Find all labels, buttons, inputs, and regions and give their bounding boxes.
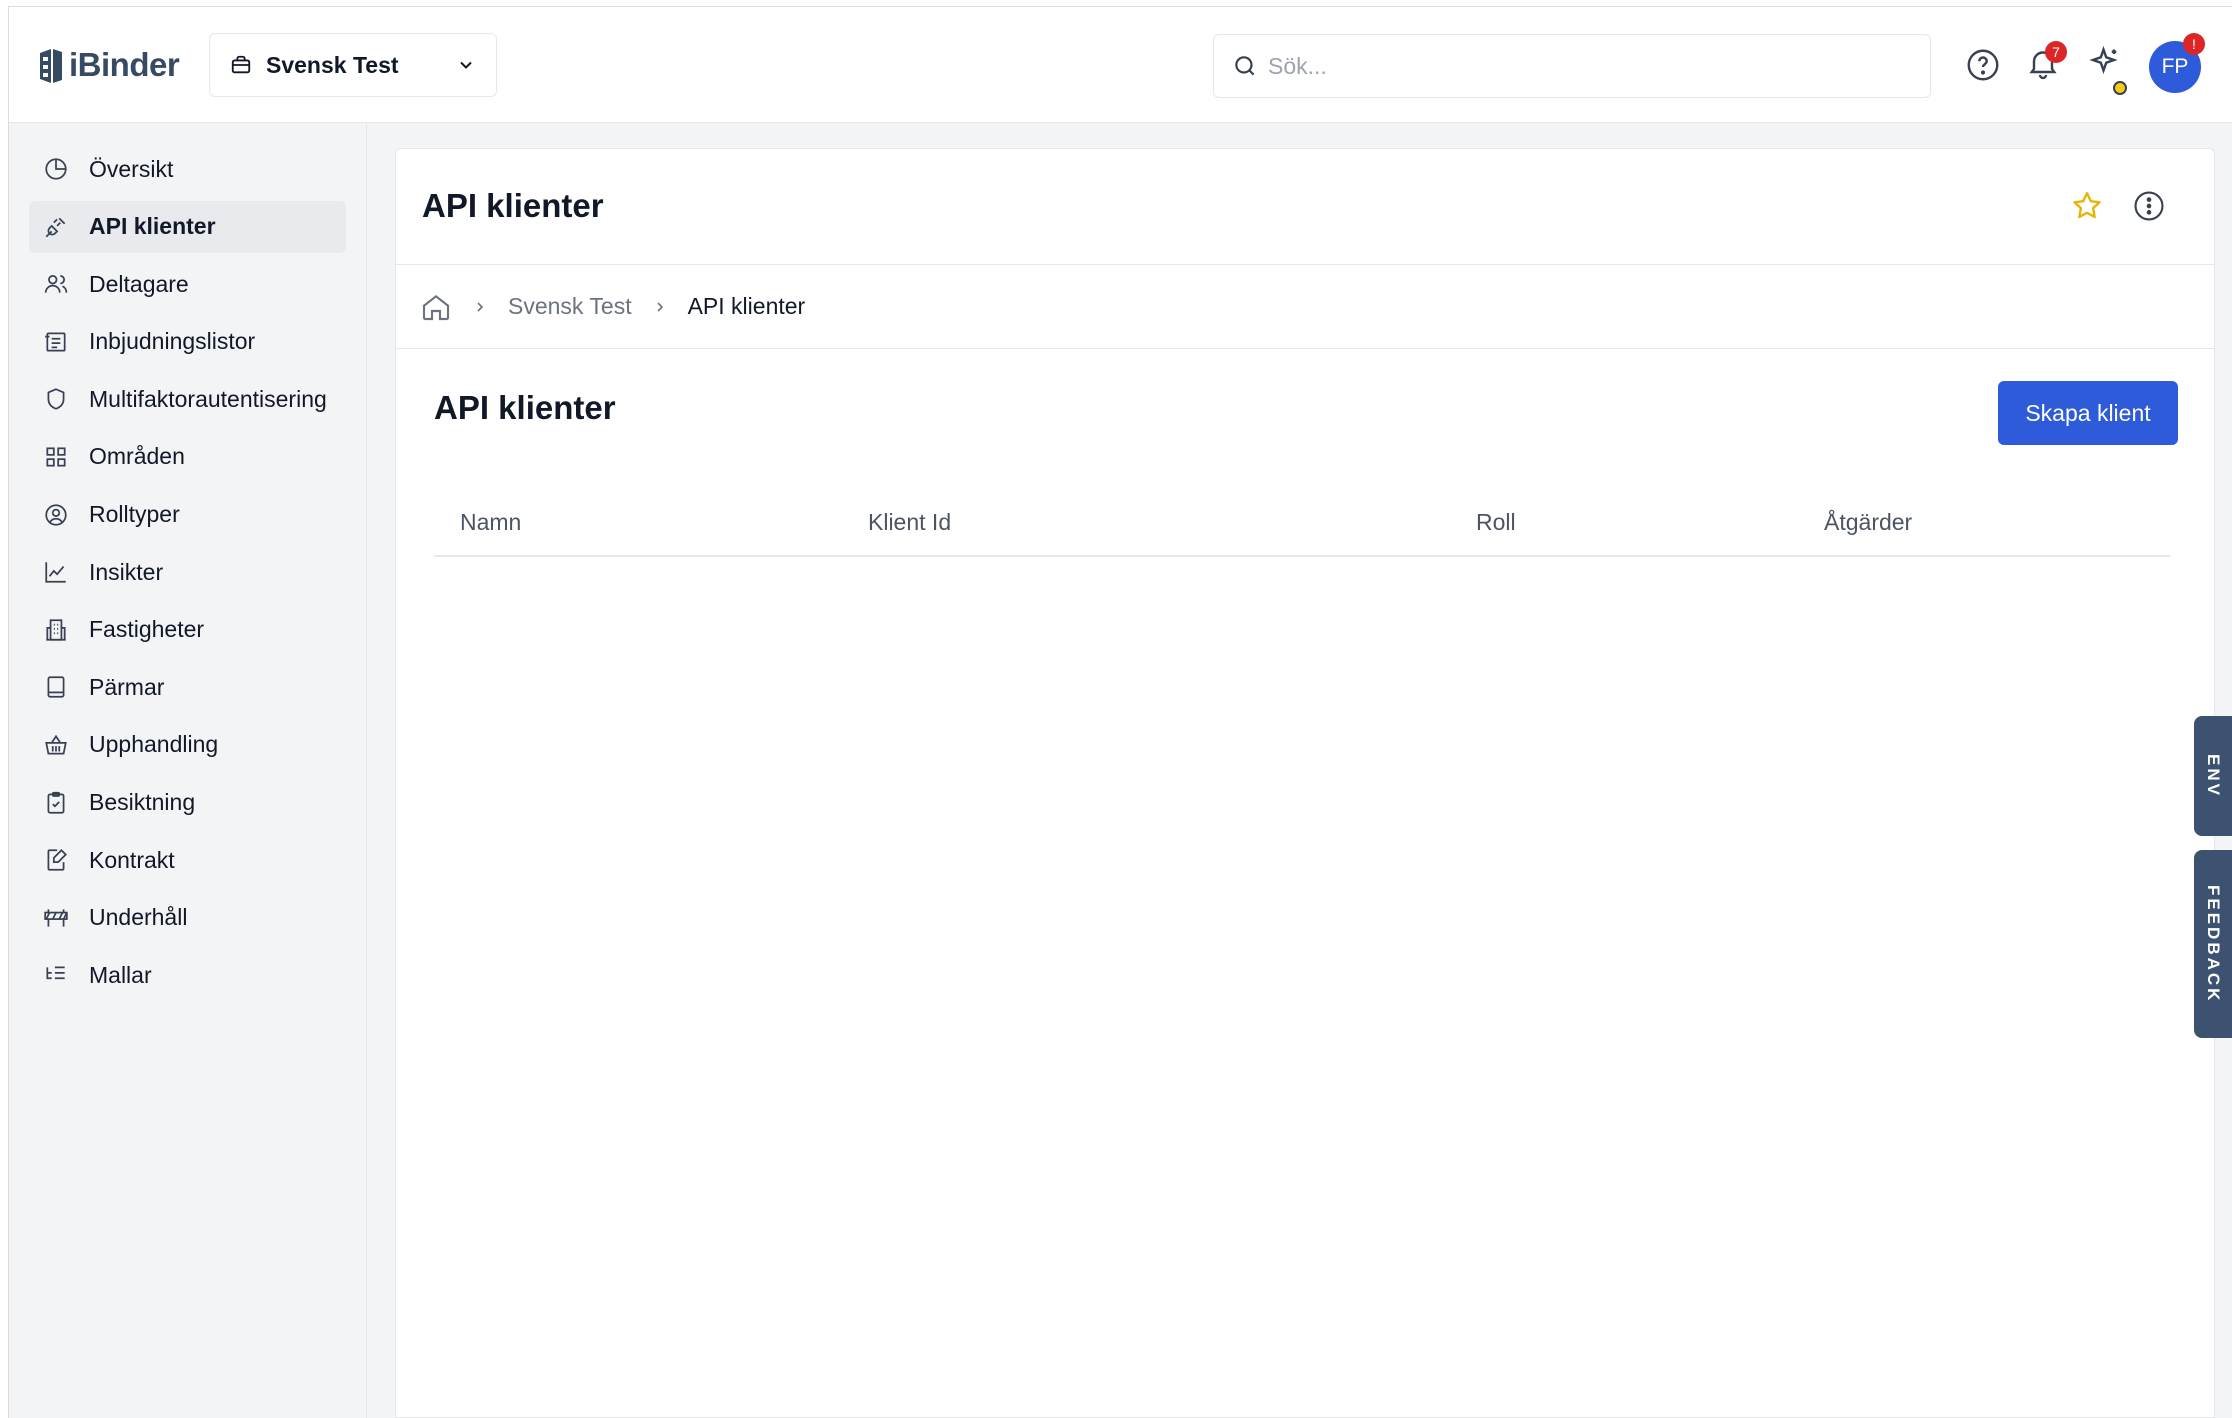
- top-header: iBinder Svensk Test 7: [9, 7, 2232, 123]
- column-header-name[interactable]: Namn: [434, 509, 868, 536]
- sidebar-item-label: Pärmar: [89, 673, 165, 700]
- table-header-row: Namn Klient Id Roll Åtgärder: [434, 489, 2170, 557]
- feedback-tab-label: FEEDBACK: [2204, 884, 2223, 1004]
- sidebar-item-deltagare[interactable]: Deltagare: [29, 258, 346, 310]
- env-side-tab[interactable]: ENV: [2194, 716, 2232, 836]
- more-options-icon[interactable]: [2132, 189, 2166, 223]
- notifications-button[interactable]: 7: [2025, 41, 2067, 85]
- project-name: Svensk Test: [266, 51, 399, 78]
- column-header-actions: Åtgärder: [1824, 508, 1913, 535]
- sidebar-item-label: Insikter: [89, 558, 164, 585]
- sidebar-item-fastigheter[interactable]: Fastigheter: [29, 604, 346, 656]
- logo[interactable]: iBinder: [37, 45, 180, 85]
- list-tree-icon: [46, 966, 65, 980]
- breadcrumb: Svensk Test API klienter: [396, 265, 2214, 349]
- users-icon: [44, 275, 68, 293]
- sidebar-item-label: Kontrakt: [89, 846, 175, 873]
- sidebar-item-label: Deltagare: [89, 270, 189, 297]
- sidebar-item-insikter[interactable]: Insikter: [29, 546, 346, 598]
- sidebar-item-oversikt[interactable]: Översikt: [29, 143, 346, 195]
- sidebar-item-api-klienter[interactable]: API klienter: [29, 200, 346, 253]
- sidebar-item-rolltyper[interactable]: Rolltyper: [29, 489, 346, 541]
- sidebar-item-label: Inbjudningslistor: [89, 328, 256, 355]
- briefcase-icon: [231, 55, 251, 74]
- sidebar-item-label: Områden: [89, 443, 185, 470]
- plug-icon: [45, 217, 66, 237]
- line-chart-icon: [45, 562, 66, 583]
- column-header-role[interactable]: Roll: [1476, 509, 1824, 536]
- page-title: API klienter: [422, 187, 604, 224]
- status-indicator-dot: [2113, 81, 2127, 95]
- help-icon[interactable]: [1965, 47, 2001, 83]
- chevron-right-icon: [477, 301, 484, 312]
- favorite-star-icon[interactable]: [2070, 189, 2104, 223]
- sidebar-item-underhall[interactable]: Underhåll: [29, 892, 346, 944]
- basket-icon: [45, 734, 67, 755]
- project-selector[interactable]: Svensk Test: [209, 33, 497, 97]
- notification-badge: 7: [2045, 41, 2067, 63]
- avatar-initials: FP: [2161, 55, 2189, 78]
- ibinder-logo-icon: [40, 49, 62, 83]
- sidebar: Översikt API klienter Deltagare Inbjudni…: [9, 123, 367, 1418]
- sidebar-item-omraden[interactable]: Områden: [29, 431, 346, 483]
- pie-chart-icon: [45, 158, 67, 180]
- env-tab-label: ENV: [2204, 754, 2223, 798]
- avatar-alert-badge: !: [2183, 33, 2205, 55]
- sidebar-item-mallar[interactable]: Mallar: [29, 949, 346, 1001]
- breadcrumb-link-project[interactable]: Svensk Test: [508, 293, 632, 320]
- book-icon: [47, 676, 65, 698]
- home-icon[interactable]: [420, 291, 452, 323]
- chevron-down-icon: [460, 61, 472, 69]
- app-window: iBinder Svensk Test 7: [8, 6, 2232, 1418]
- sidebar-item-label: Fastigheter: [89, 616, 205, 643]
- invitation-list-icon: [45, 332, 66, 352]
- sidebar-item-label: Upphandling: [89, 731, 219, 758]
- column-header-client-id[interactable]: Klient Id: [868, 509, 1476, 536]
- sidebar-item-label: Rolltyper: [89, 501, 180, 528]
- barrier-icon: [44, 909, 68, 927]
- sidebar-item-label: Multifaktorautentisering: [89, 385, 327, 412]
- sparkles-icon: [2089, 45, 2118, 75]
- sidebar-item-parmar[interactable]: Pärmar: [29, 661, 346, 713]
- user-avatar[interactable]: FP !: [2149, 33, 2205, 93]
- shield-icon: [47, 388, 65, 411]
- file-edit-icon: [47, 849, 67, 871]
- search-icon: [1235, 56, 1255, 76]
- sidebar-item-label: Besiktning: [89, 789, 196, 816]
- grid-icon: [46, 447, 66, 467]
- ai-assistant-button[interactable]: [2087, 45, 2133, 95]
- sidebar-item-label: Mallar: [89, 961, 152, 988]
- section-title: API klienter: [434, 389, 616, 426]
- building-icon: [46, 619, 66, 641]
- sidebar-item-label: Underhåll: [89, 904, 188, 931]
- user-circle-icon: [45, 503, 67, 526]
- sidebar-item-inbjudningslistor[interactable]: Inbjudningslistor: [29, 316, 346, 368]
- main-content: API klienter Svensk Test API klienter AP…: [395, 148, 2215, 1418]
- clipboard-check-icon: [47, 791, 65, 814]
- feedback-side-tab[interactable]: FEEDBACK: [2194, 850, 2232, 1038]
- sidebar-item-multifaktorautentisering[interactable]: Multifaktorautentisering: [29, 373, 346, 425]
- create-client-button[interactable]: Skapa klient: [1998, 381, 2178, 445]
- breadcrumb-current: API klienter: [687, 293, 806, 319]
- api-clients-table: Namn Klient Id Roll Åtgärder: [434, 489, 2170, 557]
- sidebar-item-upphandling[interactable]: Upphandling: [29, 719, 346, 771]
- logo-text: iBinder: [69, 46, 180, 83]
- page-header: API klienter: [396, 149, 2214, 265]
- sidebar-item-label: API klienter: [89, 213, 216, 240]
- sidebar-item-label: Översikt: [89, 155, 174, 182]
- chevron-right-icon: [657, 301, 663, 312]
- sidebar-item-kontrakt[interactable]: Kontrakt: [29, 834, 346, 886]
- search-input[interactable]: [1268, 52, 1912, 80]
- sidebar-item-besiktning[interactable]: Besiktning: [29, 777, 346, 829]
- search-box: [1213, 34, 1931, 98]
